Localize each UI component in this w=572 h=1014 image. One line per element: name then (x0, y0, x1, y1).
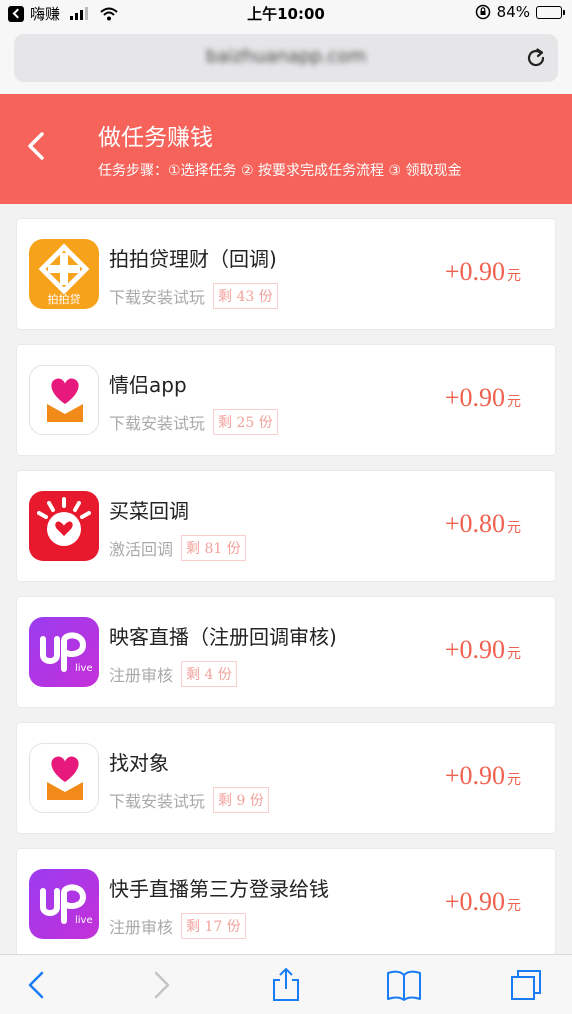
reward-amount: +0.90 (444, 257, 505, 286)
battery-icon (536, 5, 565, 19)
reward-amount: +0.90 (444, 761, 505, 790)
tabs-icon[interactable] (508, 967, 544, 1003)
task-remaining-badge: 剩 43 份 (213, 283, 278, 309)
task-remaining-badge: 剩 9 份 (213, 787, 269, 813)
task-meta: 激活回调 剩 81 份 (109, 535, 246, 561)
maicai-face-icon (29, 491, 99, 561)
reward-unit: 元 (507, 269, 521, 284)
task-name: 找对象 (109, 751, 169, 775)
task-reward: +0.90 元 (445, 383, 521, 413)
svg-text:live: live (75, 915, 93, 926)
page-header: 做任务赚钱 任务步骤：①选择任务 ② 按要求完成任务流程 ③ 领取现金 (0, 94, 572, 204)
status-bar: 嗨赚 上午10:00 84% (0, 0, 572, 26)
task-type: 下载安装试玩 (109, 414, 206, 433)
task-remaining-badge: 剩 81 份 (181, 535, 246, 561)
reward-unit: 元 (507, 395, 521, 410)
task-meta: 下载安装试玩 剩 43 份 (109, 283, 278, 309)
task-card[interactable]: 情侣app 下载安装试玩 剩 25 份 +0.90 元 (16, 344, 556, 456)
url-text[interactable]: baizhuanapp.com (14, 46, 558, 67)
task-meta: 下载安装试玩 剩 9 份 (109, 787, 269, 813)
task-steps: 任务步骤：①选择任务 ② 按要求完成任务流程 ③ 领取现金 (98, 163, 462, 179)
reward-amount: +0.80 (444, 509, 505, 538)
couple-heart-icon (29, 743, 99, 813)
up-live-icon: live (29, 869, 99, 939)
reload-icon[interactable] (524, 46, 548, 70)
browser-back-icon[interactable] (20, 967, 56, 1003)
page-title: 做任务赚钱 (98, 125, 213, 151)
reward-unit: 元 (507, 899, 521, 914)
task-remaining-badge: 剩 25 份 (213, 409, 278, 435)
address-bar[interactable]: baizhuanapp.com (14, 34, 558, 82)
task-name: 映客直播（注册回调审核) (109, 625, 337, 649)
task-card[interactable]: 拍拍贷 拍拍贷理财（回调) 下载安装试玩 剩 43 份 +0.90 元 (16, 218, 556, 330)
task-type: 注册审核 (109, 918, 174, 937)
browser-toolbar (0, 954, 572, 1014)
task-type: 下载安装试玩 (109, 288, 206, 307)
task-card[interactable]: live 快手直播第三方登录给钱 注册审核 剩 17 份 +0.90 元 (16, 848, 556, 960)
up-live-icon: live (29, 617, 99, 687)
task-card[interactable]: 找对象 下载安装试玩 剩 9 份 +0.90 元 (16, 722, 556, 834)
back-chevron-icon[interactable] (22, 128, 52, 164)
task-name: 买菜回调 (109, 499, 189, 523)
reward-amount: +0.90 (444, 635, 505, 664)
task-meta: 注册审核 剩 4 份 (109, 661, 237, 687)
couple-heart-icon (29, 365, 99, 435)
reward-amount: +0.90 (444, 887, 505, 916)
task-remaining-badge: 剩 17 份 (181, 913, 246, 939)
browser-address-area: baizhuanapp.com (0, 26, 572, 94)
task-card[interactable]: live 映客直播（注册回调审核) 注册审核 剩 4 份 +0.90 元 (16, 596, 556, 708)
task-reward: +0.90 元 (445, 635, 521, 665)
task-name: 情侣app (109, 373, 187, 397)
bookmarks-icon[interactable] (386, 967, 422, 1003)
task-meta: 下载安装试玩 剩 25 份 (109, 409, 278, 435)
task-name: 快手直播第三方登录给钱 (109, 877, 329, 901)
task-card[interactable]: 买菜回调 激活回调 剩 81 份 +0.80 元 (16, 470, 556, 582)
task-meta: 注册审核 剩 17 份 (109, 913, 246, 939)
paipaidai-icon-label: 拍拍贷 (48, 292, 81, 306)
task-type: 下载安装试玩 (109, 792, 206, 811)
battery-percent: 84% (496, 3, 530, 21)
reward-unit: 元 (507, 521, 521, 536)
task-reward: +0.90 元 (445, 887, 521, 917)
reward-unit: 元 (507, 647, 521, 662)
task-name: 拍拍贷理财（回调) (109, 247, 277, 271)
task-reward: +0.90 元 (445, 761, 521, 791)
task-reward: +0.80 元 (445, 509, 521, 539)
reward-amount: +0.90 (444, 383, 505, 412)
svg-text:live: live (75, 663, 93, 674)
status-right: 84% (475, 3, 565, 21)
browser-forward-icon[interactable] (142, 967, 178, 1003)
task-list: 拍拍贷 拍拍贷理财（回调) 下载安装试玩 剩 43 份 +0.90 元 情侣app… (16, 218, 556, 974)
task-type: 注册审核 (109, 666, 174, 685)
orientation-lock-icon (475, 4, 490, 20)
task-type: 激活回调 (109, 540, 174, 559)
task-remaining-badge: 剩 4 份 (181, 661, 237, 687)
reward-unit: 元 (507, 773, 521, 788)
task-reward: +0.90 元 (445, 257, 521, 287)
share-icon[interactable] (268, 967, 304, 1003)
paipaidai-icon: 拍拍贷 (29, 239, 99, 309)
